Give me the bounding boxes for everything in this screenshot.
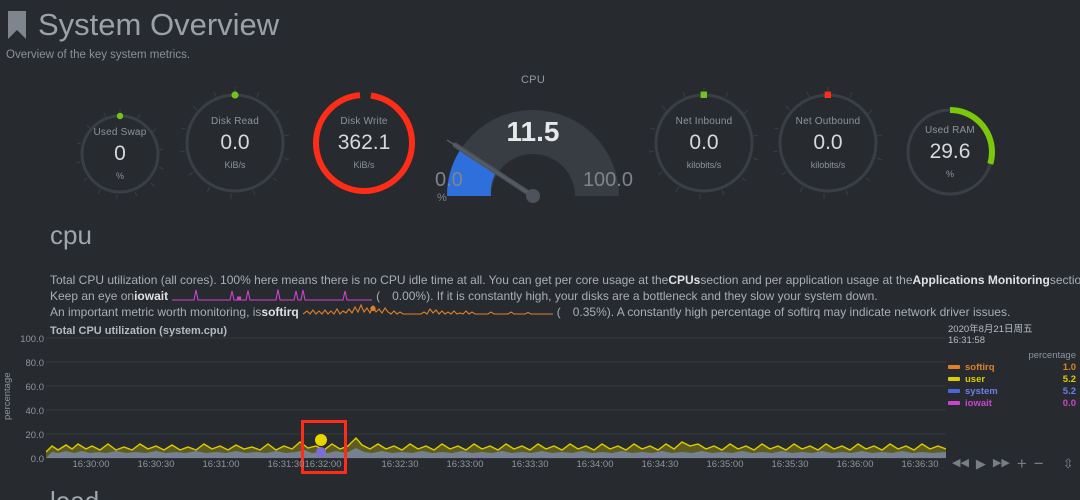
y-tick: 60.0: [25, 382, 45, 393]
legend-value: 1.0: [1062, 361, 1076, 373]
x-tick: 16:36:00: [836, 459, 874, 470]
cpu-gauge-max: 100.0: [582, 169, 633, 191]
x-tick: 16:30:00: [72, 459, 110, 470]
legend-swatch-icon: [948, 365, 960, 369]
forward-button[interactable]: ▶▶: [993, 458, 1010, 469]
legend-swatch-icon: [948, 377, 960, 381]
x-tick: 16:34:30: [641, 459, 679, 470]
x-tick: 16:31:30: [267, 459, 305, 470]
desc-text: ). If it is constantly high, your disks …: [426, 289, 878, 303]
legend-label: softirq: [965, 361, 995, 373]
applications-monitoring-link[interactable]: Applications Monitoring: [913, 272, 1050, 288]
gauge-disk-read[interactable]: Disk Read 0.0 KiB/s: [178, 86, 292, 200]
y-tick: 40.0: [25, 406, 45, 417]
gauge-disk-write[interactable]: Disk Write 362.1 KiB/s: [307, 86, 421, 200]
x-tick: 16:35:00: [706, 459, 744, 470]
x-tick: 16:31:00: [202, 459, 240, 470]
legend-swatch-icon: [948, 389, 960, 393]
bookmark-icon: [6, 10, 28, 40]
desc-text: Total CPU utilization (all cores). 100% …: [50, 273, 669, 287]
legend-time: 16:31:58: [948, 335, 985, 346]
legend-label: system: [965, 385, 998, 397]
x-tick: 16:35:30: [771, 459, 809, 470]
resize-handle[interactable]: ⇳: [1063, 457, 1074, 470]
legend-swatch-icon: [948, 401, 960, 405]
y-tick: 100.0: [20, 334, 44, 345]
legend-item-iowait[interactable]: iowait 0.0: [948, 397, 1076, 409]
page-title: System Overview: [38, 7, 280, 42]
legend-item-user[interactable]: user 5.2: [948, 373, 1076, 385]
desc-text: An important metric worth monitoring, is: [50, 305, 262, 319]
play-button[interactable]: ▶: [976, 457, 986, 470]
gauge-net-outbound[interactable]: Net Outbound 0.0 kilobits/s: [771, 86, 885, 200]
description-line-3: An important metric worth monitoring, is…: [50, 303, 1060, 321]
legend-value: 5.2: [1062, 385, 1076, 397]
chart-plot-area[interactable]: [45, 334, 947, 460]
chart-legend: 2020年8月21日周五 16:31:58 percentage softirq…: [948, 324, 1076, 409]
desc-text: ). A constantly high percentage of softi…: [606, 305, 1011, 319]
x-tick: 16:33:00: [446, 459, 484, 470]
y-tick: 20.0: [25, 430, 45, 441]
section-description: Total CPU utilization (all cores). 100% …: [50, 272, 1080, 321]
desc-text: section.: [1049, 273, 1080, 287]
desc-text: section and per application usage at the: [700, 273, 913, 287]
legend-unit-header: percentage: [1028, 350, 1076, 361]
legend-date: 2020年8月21日周五: [948, 324, 1033, 335]
legend-value: 0.0: [1062, 397, 1076, 409]
y-tick: 80.0: [25, 358, 45, 369]
gauge-net-inbound[interactable]: Net Inbound 0.0 kilobits/s: [647, 86, 761, 200]
cpus-link[interactable]: CPUs: [668, 272, 700, 288]
chart-x-ticks: 16:30:00 16:30:30 16:31:00 16:31:30 16:3…: [0, 459, 1080, 475]
softirq-sparkline: [302, 303, 553, 321]
page-subtitle: Overview of the key system metrics.: [6, 49, 191, 61]
chart-y-ticks: 100.0 80.0 60.0 40.0 20.0 0.0: [0, 334, 45, 465]
softirq-percent: 0.35%: [572, 305, 607, 319]
cpu-gauge-unit: %: [437, 192, 447, 204]
x-tick: 16:32:30: [381, 459, 419, 470]
iowait-label: iowait: [134, 289, 169, 303]
section-title-load: load: [50, 486, 99, 500]
gauge-used-ram[interactable]: Used RAM 29.6 %: [900, 102, 1000, 202]
cpu-gauge-value: 11.5: [506, 116, 560, 147]
x-tick: 16:34:00: [576, 459, 614, 470]
page-header: System Overview Overview of the key syst…: [0, 0, 1080, 62]
softirq-label: softirq: [261, 305, 299, 319]
x-tick: 16:36:30: [901, 459, 939, 470]
x-tick: 16:32:00: [304, 459, 342, 470]
cpu-gauge-min: 0.0: [435, 169, 463, 191]
description-line-2: Keep an eye on iowait (0.00%). If it is …: [50, 288, 1060, 304]
gauge-cpu[interactable]: CPU 11.5 0.0 % 100.0: [433, 74, 633, 204]
iowait-percent: 0.00%: [392, 289, 427, 303]
gauge-used-swap[interactable]: Used Swap 0 %: [74, 108, 166, 200]
legend-item-system[interactable]: system 5.2: [948, 385, 1076, 397]
x-tick: 16:30:30: [137, 459, 175, 470]
legend-label: user: [965, 373, 986, 385]
legend-label: iowait: [965, 397, 992, 409]
zoom-in-button[interactable]: +: [1017, 455, 1027, 472]
cpu-gauge-title: CPU: [520, 74, 546, 86]
description-line-1: Total CPU utilization (all cores). 100% …: [50, 272, 1080, 288]
desc-text: Keep an eye on: [50, 289, 135, 303]
section-title-cpu: cpu: [50, 220, 92, 250]
legend-item-softirq[interactable]: softirq 1.0: [948, 361, 1076, 373]
rewind-button[interactable]: ◀◀: [952, 458, 969, 469]
chart-controls: ◀◀ ▶ ▶▶ + − ⇳: [952, 455, 1074, 472]
x-tick: 16:33:30: [511, 459, 549, 470]
legend-value: 5.2: [1062, 373, 1076, 385]
zoom-out-button[interactable]: −: [1034, 455, 1044, 472]
